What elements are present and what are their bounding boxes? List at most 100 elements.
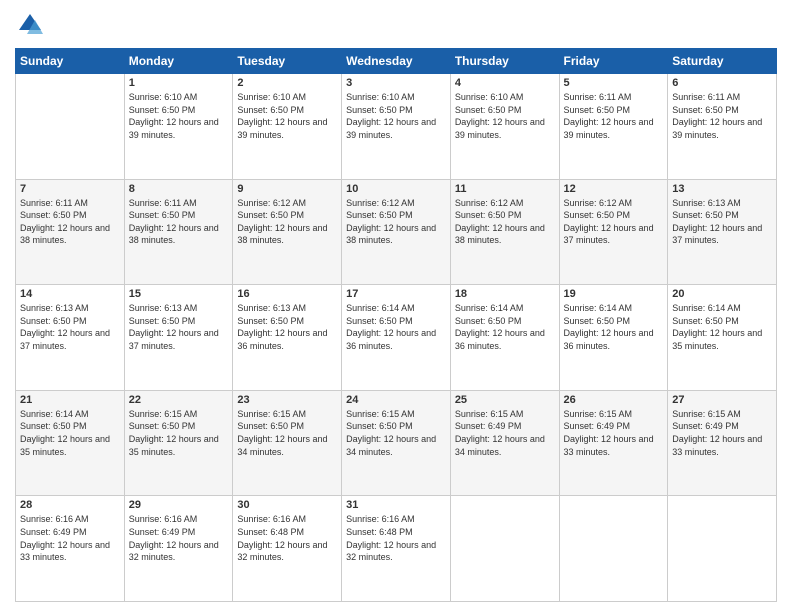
day-number: 23: [237, 394, 337, 406]
cell-info: Sunrise: 6:16 AMSunset: 6:48 PMDaylight:…: [237, 513, 337, 563]
day-number: 13: [672, 183, 772, 195]
day-number: 26: [564, 394, 664, 406]
day-number: 9: [237, 183, 337, 195]
weekday-header-friday: Friday: [559, 49, 668, 74]
calendar-cell: [16, 74, 125, 180]
cell-info: Sunrise: 6:13 AMSunset: 6:50 PMDaylight:…: [237, 302, 337, 352]
cell-info: Sunrise: 6:11 AMSunset: 6:50 PMDaylight:…: [564, 91, 664, 141]
calendar-cell: 9 Sunrise: 6:12 AMSunset: 6:50 PMDaylight…: [233, 179, 342, 285]
weekday-header-sunday: Sunday: [16, 49, 125, 74]
weekday-header-monday: Monday: [124, 49, 233, 74]
day-number: 24: [346, 394, 446, 406]
calendar-cell: [668, 496, 777, 602]
day-number: 22: [129, 394, 229, 406]
calendar-cell: 11Sunrise: 6:12 AMSunset: 6:50 PMDayligh…: [450, 179, 559, 285]
calendar-cell: 15Sunrise: 6:13 AMSunset: 6:50 PMDayligh…: [124, 285, 233, 391]
calendar-cell: 17 Sunrise: 6:14 AMSunset: 6:50 PMDayligh…: [342, 285, 451, 391]
cell-info: Sunrise: 6:15 AMSunset: 6:49 PMDaylight:…: [455, 408, 555, 458]
day-number: 19: [564, 288, 664, 300]
day-number: 7: [20, 183, 120, 195]
day-number: 30: [237, 499, 337, 511]
cell-info: Sunrise: 6:14 AMSunset: 6:50 PMDaylight:…: [672, 302, 772, 352]
calendar-cell: 13 Sunrise: 6:13 AMSunset: 6:50 PMDayligh…: [668, 179, 777, 285]
day-number: 17: [346, 288, 446, 300]
day-number: 3: [346, 77, 446, 89]
day-number: 28: [20, 499, 120, 511]
cell-info: Sunrise: 6:12 AMSunset: 6:50 PMDaylight:…: [346, 197, 446, 247]
cell-info: Sunrise: 6:13 AMSunset: 6:50 PMDaylight:…: [129, 302, 229, 352]
cell-info: Sunrise: 6:10 AMSunset: 6:50 PMDaylight:…: [237, 91, 337, 141]
calendar-cell: 8 Sunrise: 6:11 AMSunset: 6:50 PMDaylight…: [124, 179, 233, 285]
cell-info: Sunrise: 6:14 AMSunset: 6:50 PMDaylight:…: [346, 302, 446, 352]
calendar-cell: 16 Sunrise: 6:13 AMSunset: 6:50 PMDayligh…: [233, 285, 342, 391]
cell-info: Sunrise: 6:14 AMSunset: 6:50 PMDaylight:…: [564, 302, 664, 352]
day-number: 11: [455, 183, 555, 195]
calendar-cell: 31 Sunrise: 6:16 AMSunset: 6:48 PMDayligh…: [342, 496, 451, 602]
cell-info: Sunrise: 6:10 AMSunset: 6:50 PMDaylight:…: [455, 91, 555, 141]
calendar-cell: 18 Sunrise: 6:14 AMSunset: 6:50 PMDayligh…: [450, 285, 559, 391]
day-number: 6: [672, 77, 772, 89]
day-number: 31: [346, 499, 446, 511]
calendar-cell: 2 Sunrise: 6:10 AMSunset: 6:50 PMDaylight…: [233, 74, 342, 180]
calendar-cell: 7 Sunrise: 6:11 AMSunset: 6:50 PMDaylight…: [16, 179, 125, 285]
week-row-1: 1 Sunrise: 6:10 AMSunset: 6:50 PMDaylight…: [16, 74, 777, 180]
cell-info: Sunrise: 6:15 AMSunset: 6:49 PMDaylight:…: [564, 408, 664, 458]
calendar-cell: 22 Sunrise: 6:15 AMSunset: 6:50 PMDayligh…: [124, 390, 233, 496]
logo: [15, 10, 49, 40]
calendar-cell: 4 Sunrise: 6:10 AMSunset: 6:50 PMDaylight…: [450, 74, 559, 180]
calendar-cell: 30 Sunrise: 6:16 AMSunset: 6:48 PMDayligh…: [233, 496, 342, 602]
cell-info: Sunrise: 6:15 AMSunset: 6:50 PMDaylight:…: [129, 408, 229, 458]
calendar-cell: 1 Sunrise: 6:10 AMSunset: 6:50 PMDaylight…: [124, 74, 233, 180]
calendar-cell: 21 Sunrise: 6:14 AMSunset: 6:50 PMDayligh…: [16, 390, 125, 496]
header: [15, 10, 777, 40]
cell-info: Sunrise: 6:15 AMSunset: 6:50 PMDaylight:…: [237, 408, 337, 458]
day-number: 4: [455, 77, 555, 89]
day-number: 16: [237, 288, 337, 300]
calendar-cell: 26 Sunrise: 6:15 AMSunset: 6:49 PMDayligh…: [559, 390, 668, 496]
calendar-cell: 25 Sunrise: 6:15 AMSunset: 6:49 PMDayligh…: [450, 390, 559, 496]
calendar-cell: 10 Sunrise: 6:12 AMSunset: 6:50 PMDayligh…: [342, 179, 451, 285]
cell-info: Sunrise: 6:16 AMSunset: 6:49 PMDaylight:…: [129, 513, 229, 563]
cell-info: Sunrise: 6:11 AMSunset: 6:50 PMDaylight:…: [129, 197, 229, 247]
calendar-cell: 23 Sunrise: 6:15 AMSunset: 6:50 PMDayligh…: [233, 390, 342, 496]
cell-info: Sunrise: 6:16 AMSunset: 6:48 PMDaylight:…: [346, 513, 446, 563]
day-number: 1: [129, 77, 229, 89]
day-number: 10: [346, 183, 446, 195]
calendar-cell: [450, 496, 559, 602]
day-number: 21: [20, 394, 120, 406]
day-number: 27: [672, 394, 772, 406]
weekday-header-row: SundayMondayTuesdayWednesdayThursdayFrid…: [16, 49, 777, 74]
cell-info: Sunrise: 6:13 AMSunset: 6:50 PMDaylight:…: [20, 302, 120, 352]
cell-info: Sunrise: 6:13 AMSunset: 6:50 PMDaylight:…: [672, 197, 772, 247]
calendar-cell: 20Sunrise: 6:14 AMSunset: 6:50 PMDayligh…: [668, 285, 777, 391]
cell-info: Sunrise: 6:10 AMSunset: 6:50 PMDaylight:…: [346, 91, 446, 141]
calendar-cell: 27 Sunrise: 6:15 AMSunset: 6:49 PMDayligh…: [668, 390, 777, 496]
calendar-cell: 12Sunrise: 6:12 AMSunset: 6:50 PMDayligh…: [559, 179, 668, 285]
cell-info: Sunrise: 6:14 AMSunset: 6:50 PMDaylight:…: [455, 302, 555, 352]
day-number: 29: [129, 499, 229, 511]
page: SundayMondayTuesdayWednesdayThursdayFrid…: [0, 0, 792, 612]
cell-info: Sunrise: 6:11 AMSunset: 6:50 PMDaylight:…: [672, 91, 772, 141]
day-number: 2: [237, 77, 337, 89]
weekday-header-thursday: Thursday: [450, 49, 559, 74]
calendar-cell: 14 Sunrise: 6:13 AMSunset: 6:50 PMDayligh…: [16, 285, 125, 391]
day-number: 18: [455, 288, 555, 300]
cell-info: Sunrise: 6:15 AMSunset: 6:49 PMDaylight:…: [672, 408, 772, 458]
calendar-cell: 3 Sunrise: 6:10 AMSunset: 6:50 PMDaylight…: [342, 74, 451, 180]
day-number: 8: [129, 183, 229, 195]
cell-info: Sunrise: 6:14 AMSunset: 6:50 PMDaylight:…: [20, 408, 120, 458]
cell-info: Sunrise: 6:10 AMSunset: 6:50 PMDaylight:…: [129, 91, 229, 141]
calendar-cell: 29 Sunrise: 6:16 AMSunset: 6:49 PMDayligh…: [124, 496, 233, 602]
weekday-header-wednesday: Wednesday: [342, 49, 451, 74]
cell-info: Sunrise: 6:16 AMSunset: 6:49 PMDaylight:…: [20, 513, 120, 563]
calendar-cell: 5Sunrise: 6:11 AMSunset: 6:50 PMDaylight…: [559, 74, 668, 180]
cell-info: Sunrise: 6:11 AMSunset: 6:50 PMDaylight:…: [20, 197, 120, 247]
day-number: 25: [455, 394, 555, 406]
cell-info: Sunrise: 6:15 AMSunset: 6:50 PMDaylight:…: [346, 408, 446, 458]
weekday-header-saturday: Saturday: [668, 49, 777, 74]
calendar-cell: 24 Sunrise: 6:15 AMSunset: 6:50 PMDayligh…: [342, 390, 451, 496]
cell-info: Sunrise: 6:12 AMSunset: 6:50 PMDaylight:…: [237, 197, 337, 247]
week-row-3: 14 Sunrise: 6:13 AMSunset: 6:50 PMDayligh…: [16, 285, 777, 391]
day-number: 14: [20, 288, 120, 300]
day-number: 12: [564, 183, 664, 195]
